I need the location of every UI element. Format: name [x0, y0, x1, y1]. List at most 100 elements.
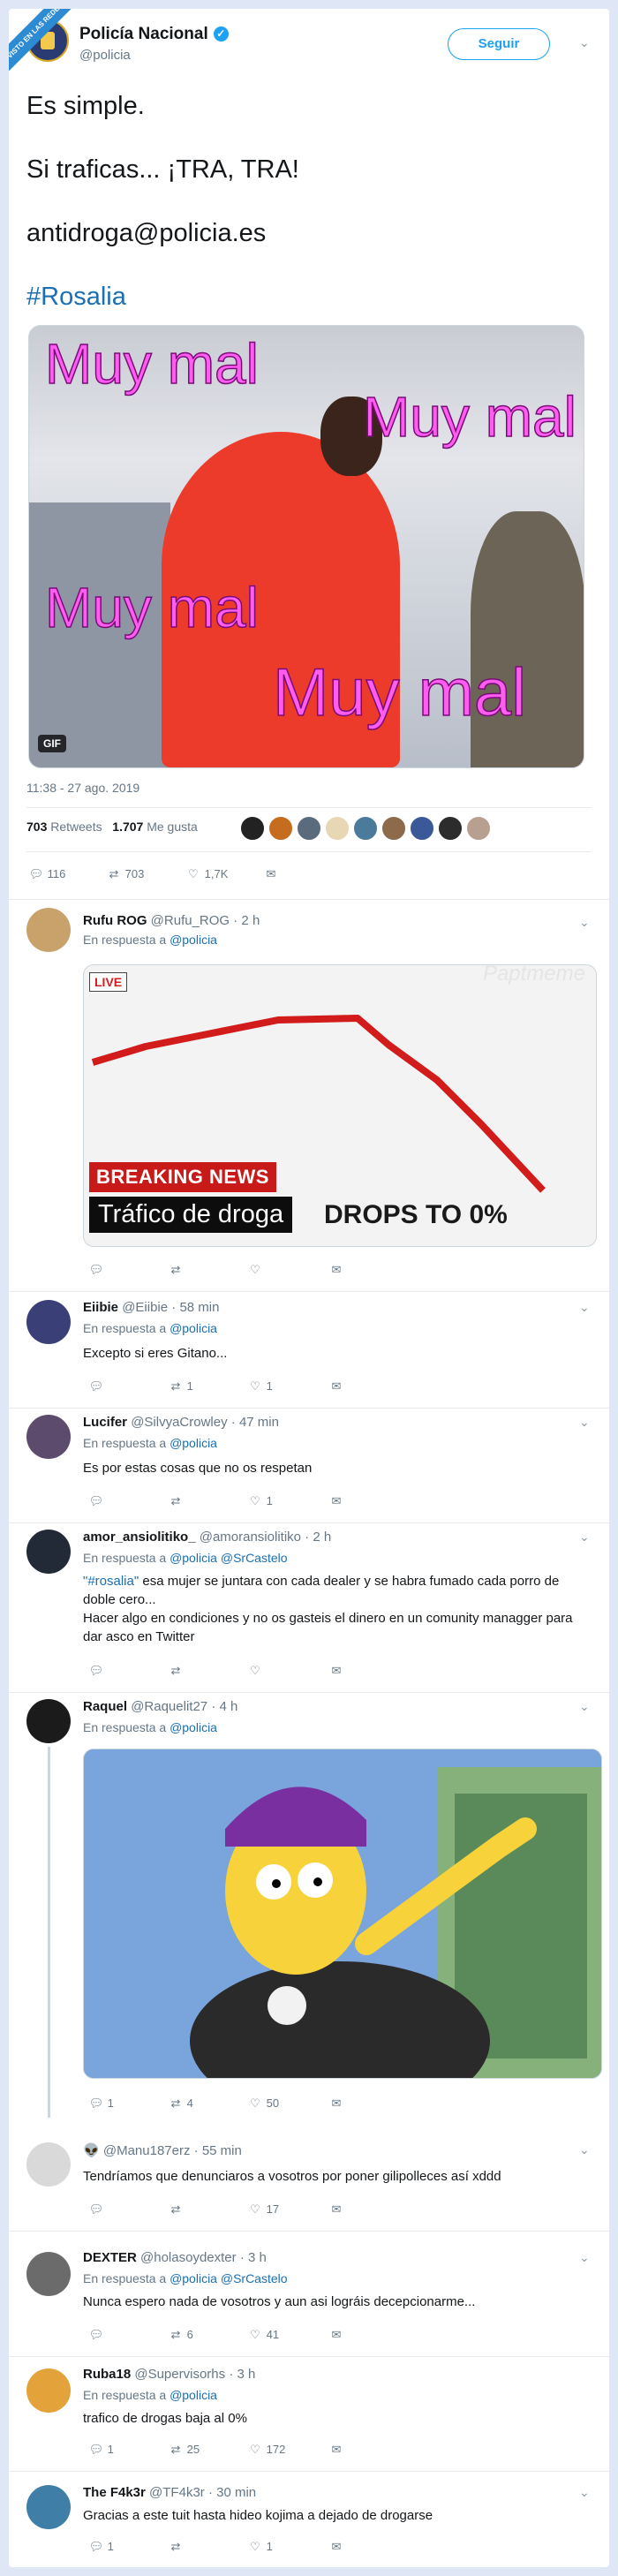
reply-button[interactable]: 💬︎ 116: [28, 867, 66, 881]
avatar[interactable]: [353, 816, 378, 841]
avatar[interactable]: [26, 2368, 71, 2413]
reply-author-name[interactable]: Eiibie: [83, 1300, 118, 1315]
avatar[interactable]: [26, 1699, 71, 1743]
dm-button[interactable]: ✉: [328, 2443, 344, 2457]
mention-link[interactable]: @policia: [170, 933, 217, 947]
like-button[interactable]: ♡: [247, 1664, 263, 1678]
follow-button[interactable]: Seguir: [448, 28, 550, 60]
retweet-button[interactable]: ⇄: [168, 1664, 184, 1678]
tweet-timestamp[interactable]: 11:38 - 27 ago. 2019: [26, 781, 139, 795]
reply-author-name[interactable]: amor_ansiolitiko_: [83, 1530, 196, 1545]
retweet-button[interactable]: ⇄: [168, 1263, 184, 1277]
avatar[interactable]: [240, 816, 265, 841]
chevron-down-icon[interactable]: ⌄: [579, 1699, 590, 1714]
chevron-down-icon[interactable]: ⌄: [579, 1300, 590, 1315]
reply-author-name[interactable]: Lucifer: [83, 1415, 127, 1430]
like-button[interactable]: ♡ 50: [247, 2096, 279, 2111]
reply-author-name[interactable]: The F4k3r: [83, 2485, 146, 2500]
dm-button[interactable]: ✉: [328, 2096, 344, 2111]
reply-time[interactable]: · 47 min: [231, 1415, 279, 1430]
avatar[interactable]: [410, 816, 434, 841]
retweet-button[interactable]: ⇄ 25: [168, 2443, 200, 2457]
retweet-button[interactable]: ⇄ 703: [106, 867, 145, 881]
dm-button[interactable]: ✉: [328, 2540, 344, 2554]
account-name[interactable]: Policía Nacional ✓: [79, 25, 229, 44]
dm-button[interactable]: ✉: [328, 1379, 344, 1394]
reply-author-handle[interactable]: @Manu187erz: [103, 2143, 191, 2158]
retweet-button[interactable]: ⇄ 1: [168, 1379, 193, 1394]
avatar[interactable]: [438, 816, 463, 841]
reply-button[interactable]: 💬︎ 1: [88, 2540, 114, 2554]
retweet-button[interactable]: ⇄ 4: [168, 2096, 193, 2111]
chevron-down-icon[interactable]: ⌄: [579, 915, 590, 930]
mention-link[interactable]: @policia @SrCastelo: [170, 2271, 287, 2285]
mention-link[interactable]: @policia: [170, 2388, 217, 2402]
reply-author-name[interactable]: 👽: [83, 2143, 100, 2158]
avatar[interactable]: [297, 816, 321, 841]
avatar[interactable]: [26, 1530, 71, 1574]
reply-button[interactable]: 💬︎: [88, 1494, 104, 1508]
reply-button[interactable]: 💬︎: [88, 2202, 104, 2217]
reply-author-handle[interactable]: @holasoydexter: [140, 2250, 237, 2265]
reply-author-handle[interactable]: @Rufu_ROG: [151, 913, 230, 928]
reply-time[interactable]: · 2 h: [305, 1530, 331, 1545]
reply-author-name[interactable]: Rufu ROG: [83, 913, 147, 928]
dm-button[interactable]: ✉: [328, 1263, 344, 1277]
like-button[interactable]: ♡ 1: [247, 1494, 273, 1508]
retweet-button[interactable]: ⇄ 6: [168, 2328, 193, 2342]
hashtag-link[interactable]: "#rosalia": [83, 1574, 139, 1589]
chevron-down-icon[interactable]: ⌄: [579, 1415, 590, 1430]
account-handle[interactable]: @policia: [79, 48, 131, 63]
like-button[interactable]: ♡ 1: [247, 1379, 273, 1394]
mention-link[interactable]: @policia: [170, 1436, 217, 1450]
reply-button[interactable]: 💬︎: [88, 1379, 104, 1394]
reply-author-name[interactable]: Raquel: [83, 1699, 127, 1714]
chevron-down-icon[interactable]: ⌄: [579, 2142, 590, 2157]
dm-button[interactable]: ✉: [328, 2202, 344, 2217]
reply-button[interactable]: 💬︎: [88, 1263, 104, 1277]
tweet-gif[interactable]: Muy mal Muy mal Muy mal Muy mal GIF: [28, 325, 584, 768]
avatar[interactable]: [26, 1415, 71, 1459]
reply-image[interactable]: [83, 1749, 602, 2079]
reply-image[interactable]: Paptmeme LIVE BREAKING NEWS Tráfico de d…: [83, 964, 597, 1247]
avatar[interactable]: [268, 816, 293, 841]
reply-author-handle[interactable]: @Raquelit27: [131, 1699, 207, 1714]
reply-time[interactable]: · 3 h: [229, 2367, 255, 2382]
dm-button[interactable]: ✉: [328, 2328, 344, 2342]
reply-author-handle[interactable]: @Eiibie: [122, 1300, 168, 1315]
mention-link[interactable]: @policia @SrCastelo: [170, 1551, 287, 1565]
avatar[interactable]: [466, 816, 491, 841]
reply-author-handle[interactable]: @TF4k3r: [149, 2485, 205, 2500]
mention-link[interactable]: @policia: [170, 1720, 217, 1734]
tweet-hashtag[interactable]: #Rosalia: [26, 281, 592, 313]
reply-button[interactable]: 💬︎: [88, 1664, 104, 1678]
reply-button[interactable]: 💬︎ 1: [88, 2096, 114, 2111]
avatar[interactable]: [325, 816, 350, 841]
dm-button[interactable]: ✉: [263, 867, 279, 881]
dm-button[interactable]: ✉: [328, 1664, 344, 1678]
avatar[interactable]: [381, 816, 406, 841]
reply-time[interactable]: · 55 min: [194, 2143, 242, 2158]
like-count[interactable]: 1.707: [112, 820, 143, 834]
like-button[interactable]: ♡ 1: [247, 2540, 273, 2554]
like-button[interactable]: ♡: [247, 1263, 263, 1277]
like-button[interactable]: ♡ 172: [247, 2443, 285, 2457]
like-button[interactable]: ♡ 17: [247, 2202, 279, 2217]
chevron-down-icon[interactable]: ⌄: [579, 2250, 590, 2265]
reply-button[interactable]: 💬︎: [88, 2328, 104, 2342]
reply-time[interactable]: · 4 h: [211, 1699, 237, 1714]
reply-author-handle[interactable]: @Supervisorhs: [134, 2367, 225, 2382]
chevron-down-icon[interactable]: ⌄: [579, 1530, 590, 1545]
avatar[interactable]: [26, 2142, 71, 2187]
avatar[interactable]: [26, 2485, 71, 2529]
retweet-button[interactable]: ⇄: [168, 2202, 184, 2217]
avatar[interactable]: [26, 2252, 71, 2296]
reply-time[interactable]: · 3 h: [240, 2250, 267, 2265]
chevron-down-icon[interactable]: ⌄: [579, 35, 590, 50]
dm-button[interactable]: ✉: [328, 1494, 344, 1508]
reply-time[interactable]: · 58 min: [171, 1300, 219, 1315]
chevron-down-icon[interactable]: ⌄: [579, 2485, 590, 2500]
reply-button[interactable]: 💬︎ 1: [88, 2443, 114, 2457]
reply-time[interactable]: · 30 min: [208, 2485, 256, 2500]
like-button[interactable]: ♡ 41: [247, 2328, 279, 2342]
